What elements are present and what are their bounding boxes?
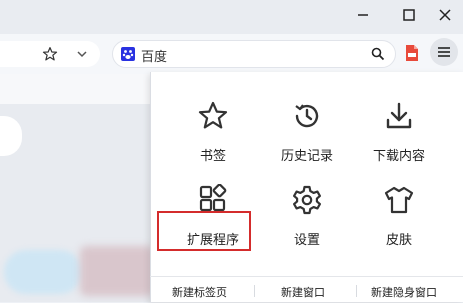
maximize-button[interactable] [390, 0, 428, 30]
download-icon [386, 102, 412, 129]
menu-item-settings[interactable]: 设置 [257, 170, 357, 252]
divider [356, 285, 357, 297]
new-window-row: 新建标签页 新建窗口 新建隐身窗口 [150, 276, 463, 303]
tshirt-icon [384, 186, 414, 214]
menu-item-label: 设置 [293, 233, 320, 248]
gear-icon [293, 185, 321, 215]
menu-item-label: 历史记录 [280, 149, 333, 164]
new-tab-link[interactable]: 新建标签页 [172, 284, 227, 300]
menu-item-bookmarks[interactable]: 书签 [163, 86, 263, 168]
search-box[interactable]: 百度 [112, 40, 396, 68]
new-window-link[interactable]: 新建窗口 [281, 284, 325, 300]
divider [254, 285, 255, 297]
star-icon [42, 47, 58, 61]
pdf-extension-icon[interactable] [404, 44, 420, 62]
menu-item-label: 书签 [199, 149, 226, 164]
main-menu-panel: 书签 历史记录 下载内容 扩展程序 设置 皮肤 [150, 72, 463, 302]
maximize-icon [403, 9, 415, 21]
close-icon [439, 9, 451, 21]
menu-item-downloads[interactable]: 下载内容 [349, 86, 449, 168]
blurred-content [80, 246, 154, 296]
menu-item-skins[interactable]: 皮肤 [349, 170, 449, 252]
chevron-down-icon [77, 51, 87, 58]
main-menu-button[interactable] [430, 38, 458, 66]
menu-item-label: 皮肤 [385, 233, 412, 248]
bookmark-star-button[interactable] [38, 42, 62, 66]
history-icon [295, 104, 319, 128]
dropdown-button[interactable] [70, 42, 94, 66]
search-engine-label: 百度 [141, 50, 168, 65]
baidu-paw-icon [121, 47, 135, 61]
close-button[interactable] [426, 0, 463, 30]
bookmark-bar [0, 74, 150, 104]
minimize-button[interactable] [344, 0, 382, 30]
new-incognito-window-link[interactable]: 新建隐身窗口 [371, 284, 437, 300]
search-icon[interactable] [371, 47, 385, 61]
blurred-content [4, 250, 82, 294]
minimize-icon [358, 14, 368, 16]
menu-item-history[interactable]: 历史记录 [257, 86, 357, 168]
extensions-highlight-box [157, 211, 251, 251]
menu-item-label: 下载内容 [372, 149, 425, 164]
star-icon [198, 101, 228, 129]
hamburger-icon [438, 47, 450, 57]
